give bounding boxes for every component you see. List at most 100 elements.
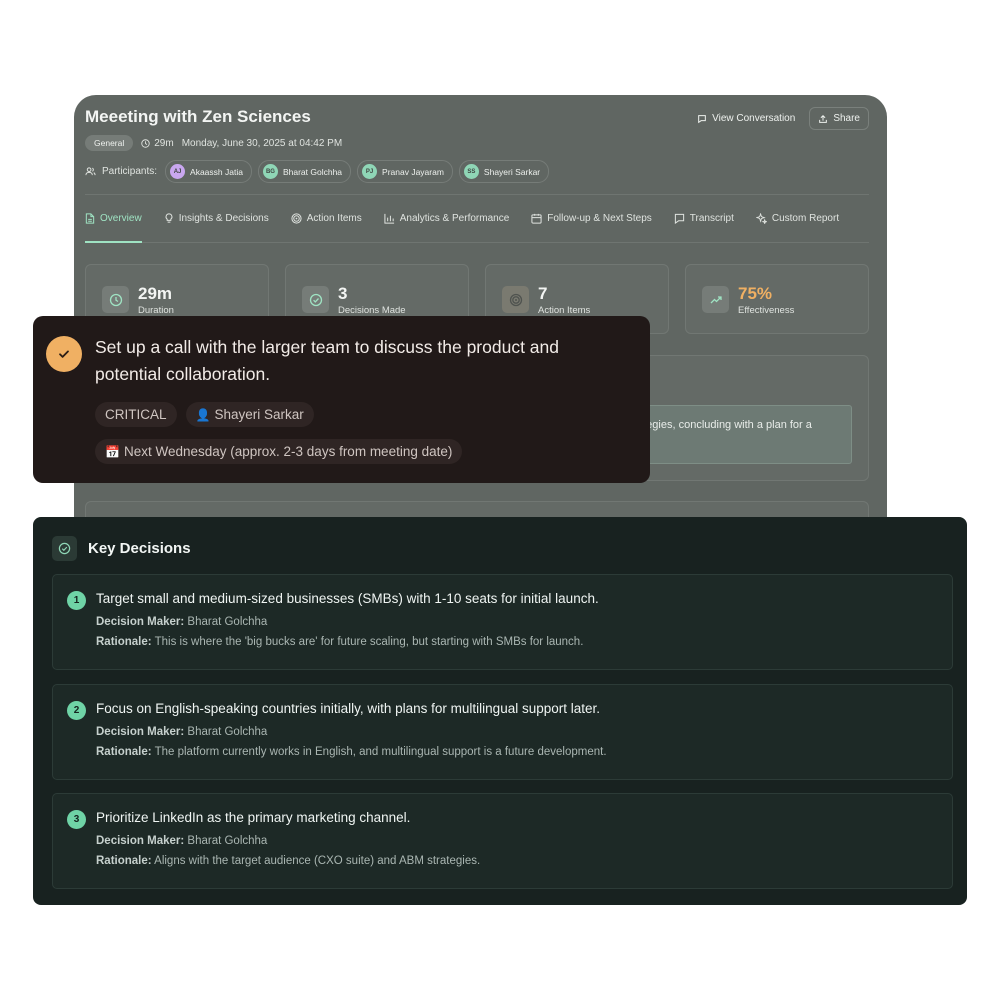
rationale-text: Aligns with the target audience (CXO sui… bbox=[154, 855, 481, 867]
stat-value: 7 bbox=[538, 284, 548, 303]
chat-icon bbox=[674, 213, 684, 224]
stat-label: Duration bbox=[138, 305, 174, 316]
participant-name: Akaassh Jatia bbox=[190, 166, 243, 177]
action-item-tags: CRITICAL 👤 Shayeri Sarkar bbox=[95, 402, 314, 427]
decision-number: 2 bbox=[67, 701, 86, 720]
action-item-due-row: 📅 Next Wednesday (approx. 2-3 days from … bbox=[95, 439, 463, 464]
action-item-card[interactable]: Set up a call with the larger team to di… bbox=[33, 316, 650, 483]
rationale-label: Rationale: bbox=[96, 855, 152, 867]
avatar: BG bbox=[262, 164, 278, 179]
avatar: AJ bbox=[170, 164, 186, 179]
meeting-title: Meeeting with Zen Sciences bbox=[85, 107, 311, 126]
check-circle-icon bbox=[52, 536, 77, 561]
decision-maker-label: Decision Maker: bbox=[96, 616, 185, 628]
meeting-meta: General 29m Monday, June 30, 2025 at 04:… bbox=[85, 135, 342, 151]
decision-maker-name: Bharat Golchha bbox=[187, 616, 268, 628]
participant-name: Bharat Golchha bbox=[282, 166, 343, 177]
tab-label: Action Items bbox=[306, 213, 362, 224]
tab-transcript[interactable]: Transcript bbox=[674, 213, 734, 242]
participants-label: Participants: bbox=[102, 166, 158, 177]
decision-text: Target small and medium-sized businesses… bbox=[96, 591, 599, 606]
key-decisions-panel: Key Decisions 1 Target small and medium-… bbox=[33, 517, 967, 905]
avatar: PJ bbox=[362, 164, 378, 179]
tab-label: Custom Report bbox=[771, 213, 840, 224]
decision-item: 2 Focus on English-speaking countries in… bbox=[52, 684, 953, 780]
decision-text: Prioritize LinkedIn as the primary marke… bbox=[96, 810, 411, 825]
header-actions: View Conversation Share bbox=[693, 107, 869, 130]
duration-text: 29m bbox=[154, 137, 174, 149]
assignee-name: Shayeri Sarkar bbox=[214, 407, 304, 422]
check-icon[interactable] bbox=[46, 336, 82, 372]
tab-label: Insights & Decisions bbox=[178, 213, 269, 224]
avatar: SS bbox=[463, 164, 479, 179]
share-button[interactable]: Share bbox=[809, 107, 869, 130]
summary-text: ategies, concluding with a plan for a bbox=[637, 419, 812, 431]
decision-maker-label: Decision Maker: bbox=[96, 726, 185, 738]
rationale-text: This is where the 'big bucks are' for fu… bbox=[154, 636, 584, 648]
tab-overview[interactable]: Overview bbox=[85, 213, 142, 243]
tab-follow-up[interactable]: Follow-up & Next Steps bbox=[531, 213, 652, 242]
participant-chip[interactable]: SS Shayeri Sarkar bbox=[458, 160, 550, 183]
tab-label: Overview bbox=[100, 213, 142, 224]
duration-meta: 29m bbox=[141, 137, 174, 149]
decision-maker: Decision Maker: Bharat Golchha bbox=[96, 616, 267, 628]
rationale-text: The platform currently works in English,… bbox=[154, 746, 607, 758]
participant-chip[interactable]: PJ Pranav Jayaram bbox=[357, 160, 453, 183]
due-date-text: Next Wednesday (approx. 2-3 days from me… bbox=[123, 444, 453, 459]
target-icon bbox=[502, 286, 529, 313]
trending-up-icon bbox=[702, 286, 729, 313]
participants-row: Participants: AJ Akaassh Jatia BG Bharat… bbox=[85, 160, 550, 183]
stat-label: Decisions Made bbox=[338, 305, 406, 316]
stat-value: 29m bbox=[138, 284, 173, 303]
tab-label: Analytics & Performance bbox=[399, 213, 510, 224]
decision-rationale: Rationale: Aligns with the target audien… bbox=[96, 855, 480, 867]
bar-chart-icon bbox=[384, 213, 394, 224]
decision-number: 3 bbox=[67, 810, 86, 829]
participant-chip[interactable]: BG Bharat Golchha bbox=[257, 160, 352, 183]
decision-text: Focus on English-speaking countries init… bbox=[96, 701, 601, 716]
due-date-badge: 📅 Next Wednesday (approx. 2-3 days from … bbox=[95, 439, 463, 464]
assignee-badge: 👤 Shayeri Sarkar bbox=[185, 402, 314, 427]
person-icon: 👤 bbox=[195, 407, 211, 422]
priority-text: CRITICAL bbox=[105, 407, 167, 422]
users-icon bbox=[85, 167, 96, 176]
tab-label: Transcript bbox=[689, 213, 734, 224]
document-icon bbox=[85, 213, 95, 224]
decision-number: 1 bbox=[67, 591, 86, 610]
check-circle-icon bbox=[302, 286, 329, 313]
stat-card-effectiveness: 75% Effectiveness bbox=[685, 264, 869, 334]
stat-label: Effectiveness bbox=[738, 305, 795, 316]
share-label: Share bbox=[833, 113, 860, 124]
divider bbox=[85, 194, 869, 195]
tab-custom-report[interactable]: Custom Report bbox=[755, 213, 840, 242]
rationale-label: Rationale: bbox=[96, 746, 152, 758]
decision-item: 1 Target small and medium-sized business… bbox=[52, 574, 953, 670]
action-item-text: Set up a call with the larger team to di… bbox=[95, 337, 560, 384]
decision-maker: Decision Maker: Bharat Golchha bbox=[96, 726, 267, 738]
tab-insights[interactable]: Insights & Decisions bbox=[164, 213, 269, 242]
stat-value: 75% bbox=[738, 284, 773, 303]
tab-action-items[interactable]: Action Items bbox=[291, 213, 362, 242]
priority-badge: CRITICAL bbox=[95, 402, 177, 427]
tab-analytics[interactable]: Analytics & Performance bbox=[384, 213, 510, 242]
decision-item: 3 Prioritize LinkedIn as the primary mar… bbox=[52, 793, 953, 889]
calendar-icon bbox=[531, 213, 542, 224]
decision-maker-label: Decision Maker: bbox=[96, 835, 185, 847]
participant-chip[interactable]: AJ Akaassh Jatia bbox=[165, 160, 252, 183]
category-tag: General bbox=[85, 135, 134, 151]
target-icon bbox=[291, 213, 302, 224]
stat-label: Action Items bbox=[538, 305, 591, 316]
clock-icon bbox=[141, 138, 150, 148]
decision-rationale: Rationale: The platform currently works … bbox=[96, 746, 607, 758]
tab-label: Follow-up & Next Steps bbox=[547, 213, 652, 224]
key-decisions-title: Key Decisions bbox=[88, 540, 191, 557]
sparkle-icon bbox=[755, 213, 767, 224]
decision-maker: Decision Maker: Bharat Golchha bbox=[96, 835, 267, 847]
chat-icon bbox=[698, 114, 706, 123]
decision-rationale: Rationale: This is where the 'big bucks … bbox=[96, 636, 583, 648]
participant-name: Pranav Jayaram bbox=[382, 166, 444, 177]
rationale-label: Rationale: bbox=[96, 636, 152, 648]
lightbulb-icon bbox=[165, 213, 173, 223]
view-conversation-button[interactable]: View Conversation bbox=[693, 108, 799, 129]
meeting-datetime: Monday, June 30, 2025 at 04:42 PM bbox=[181, 137, 343, 149]
